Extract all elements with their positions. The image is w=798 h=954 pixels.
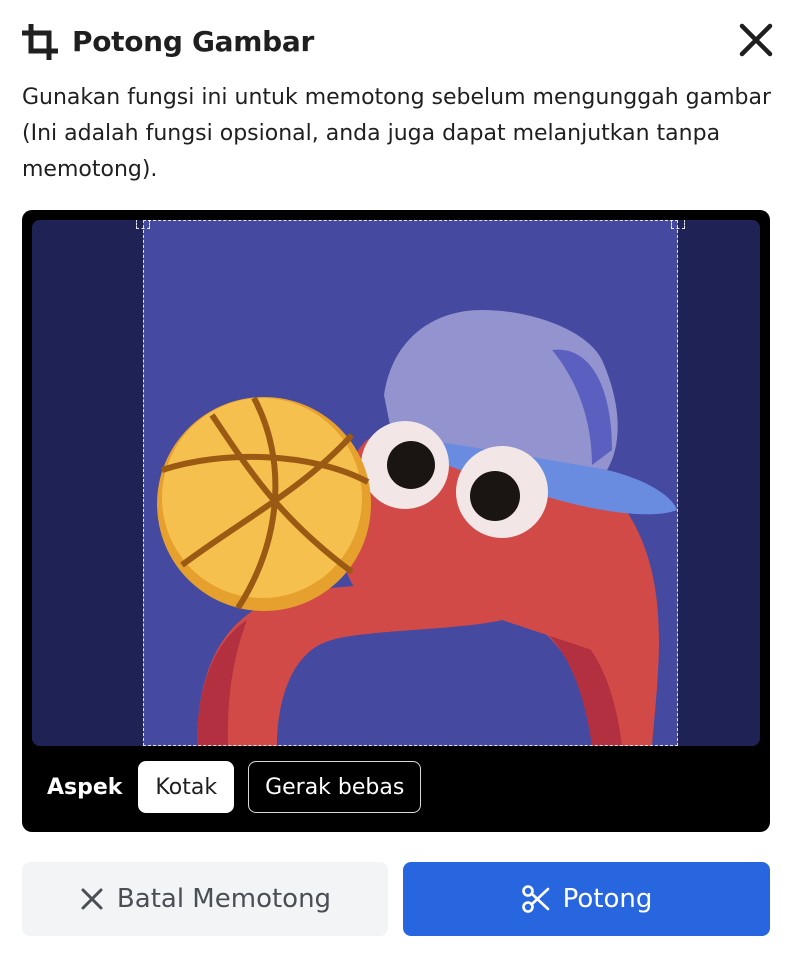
close-icon bbox=[739, 23, 773, 57]
crop-editor: Aspek Kotak Gerak bebas bbox=[22, 210, 770, 832]
close-icon bbox=[81, 888, 103, 910]
crop-selection-box[interactable] bbox=[136, 220, 685, 746]
aspect-option-free[interactable]: Gerak bebas bbox=[248, 761, 422, 813]
dialog-header: Potong Gambar bbox=[21, 20, 776, 66]
crop-handle-top-right[interactable] bbox=[671, 220, 685, 229]
aspect-label: Aspek bbox=[47, 774, 123, 800]
aspect-selector: Aspek Kotak Gerak bebas bbox=[47, 760, 422, 814]
cancel-crop-label: Batal Memotong bbox=[116, 884, 332, 914]
dialog-description: Gunakan fungsi ini untuk memotong sebelu… bbox=[22, 85, 771, 182]
crop-icon bbox=[21, 23, 59, 61]
crop-handle-top-left[interactable] bbox=[136, 220, 150, 229]
crop-button-label: Potong bbox=[562, 884, 653, 914]
aspect-option-square[interactable]: Kotak bbox=[138, 761, 235, 813]
dialog-title: Potong Gambar bbox=[72, 25, 315, 58]
scissors-icon bbox=[521, 885, 549, 913]
close-button[interactable] bbox=[736, 20, 776, 60]
cancel-crop-button[interactable]: Batal Memotong bbox=[22, 862, 388, 936]
crop-button[interactable]: Potong bbox=[403, 862, 770, 936]
image-canvas bbox=[32, 220, 760, 746]
